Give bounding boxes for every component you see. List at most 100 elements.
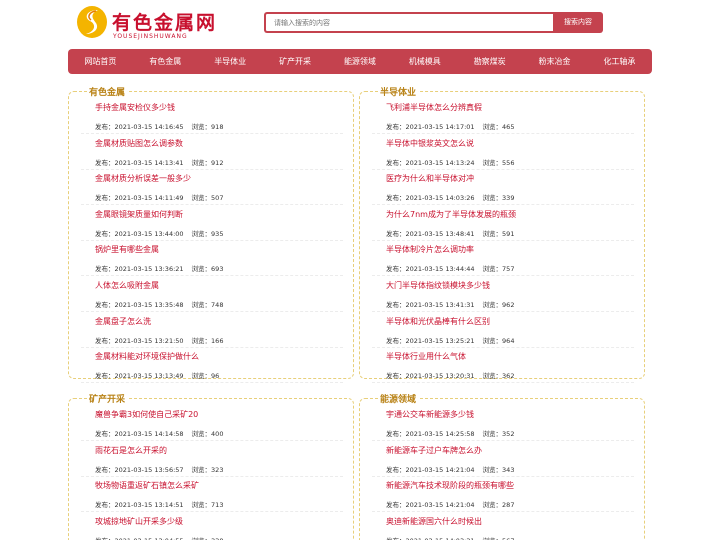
article-meta: 发布：2021-03-15 14:13:24 浏览：556 <box>386 157 514 167</box>
views-label: 浏览： <box>191 501 212 510</box>
list-item: 半导体行业用什么气体 发布：2021-03-15 13:20:31 浏览：362 <box>372 349 634 385</box>
nav-item-machinery[interactable]: 机械模具 <box>409 56 441 67</box>
views-label: 浏览： <box>191 194 212 203</box>
article-title-link[interactable]: 半导体中银浆英文怎么说 <box>386 138 474 149</box>
article-title-link[interactable]: 手持金属安检仪多少钱 <box>95 102 175 113</box>
published-label: 发布： <box>95 430 115 438</box>
list-item: 金属材质分析误差一般多少发布：2021-03-15 14:11:49 浏览：507 <box>81 171 343 207</box>
views-label: 浏览： <box>482 265 503 274</box>
publish-date: 2021-03-15 14:21:04 <box>405 501 475 510</box>
views-label: 浏览： <box>191 372 212 381</box>
article-meta: 发布：2021-03-15 14:17:01 浏览：465 <box>386 121 514 131</box>
nav-item-energy[interactable]: 能源领域 <box>344 56 376 67</box>
panel-title[interactable]: 有色金属 <box>87 85 128 98</box>
nav-item-home[interactable]: 网站首页 <box>84 56 116 67</box>
publish-date: 2021-03-15 13:44:44 <box>405 265 475 274</box>
site-header: 有色金属网 YOUSEJINSHUWANG 搜索内容 <box>0 0 720 46</box>
article-title-link[interactable]: 锅炉里有哪些金属 <box>95 244 159 255</box>
list-item: 新能源汽车技术现阶段的瓶颈有哪些 发布：2021-03-15 14:21:04 浏览… <box>372 478 634 514</box>
view-count: 96 <box>211 372 220 381</box>
list-item: 锅炉里有哪些金属 发布：2021-03-15 13:36:21 浏览：693 <box>81 242 343 278</box>
article-title-link[interactable]: 新能源汽车技术现阶段的瓶颈有哪些 <box>386 480 514 491</box>
article-meta: 发布：2021-03-15 14:11:49 浏览：507 <box>95 192 223 202</box>
views-label: 浏览： <box>191 158 212 167</box>
item-divider <box>81 310 343 312</box>
published-label: 发布： <box>386 372 406 381</box>
article-title-link[interactable]: 攻城掠地矿山开采多少级 <box>95 516 183 527</box>
list-item: 人体怎么吸附金属 发布：2021-03-15 13:35:48 浏览：748 <box>81 278 343 314</box>
site-logo[interactable]: 有色金属网 YOUSEJINSHUWANG <box>76 4 226 44</box>
item-divider <box>372 239 634 241</box>
nav-item-semiconductor[interactable]: 半导体业 <box>214 56 246 67</box>
article-title-link[interactable]: 奥迪新能源国六什么时候出 <box>386 516 482 527</box>
article-title-link[interactable]: 金属材质贴图怎么调参数 <box>95 138 183 149</box>
article-title-link[interactable]: 医疗为什么和半导体对冲 <box>386 173 474 184</box>
article-title-link[interactable]: 雨花石是怎么开采的 <box>95 445 167 456</box>
list-item: 半导体中银浆英文怎么说发布：2021-03-15 14:13:24 浏览：556 <box>372 136 634 172</box>
view-count: 912 <box>211 158 224 167</box>
article-list: 宇通公交车新能源多少钱 发布： 2021-03-15 14:25:58 浏览： 352 新… <box>372 407 634 540</box>
published-label: 发布： <box>386 123 406 131</box>
view-count: 748 <box>211 300 224 309</box>
publish-date: 2021-03-15 14:25:58 <box>405 430 475 438</box>
panel-title[interactable]: 矿产开采 <box>87 392 128 405</box>
search-input[interactable] <box>264 12 554 33</box>
item-divider <box>81 275 343 277</box>
published-label: 发布： <box>386 158 406 167</box>
views-label: 浏览： <box>191 123 212 131</box>
publish-date: 2021-03-15 13:56:57 <box>114 465 184 474</box>
nav-item-chemical-bearing[interactable]: 化工轴承 <box>603 56 635 67</box>
view-count: 287 <box>502 501 515 510</box>
article-meta: 发布：2021-03-15 13:48:41 浏览：591 <box>386 228 514 238</box>
list-item: 雨花石是怎么开采的 发布：2021-03-15 13:56:57 浏览：323 <box>81 443 343 479</box>
view-count: 962 <box>502 300 515 309</box>
article-title-link[interactable]: 金属眼镜架质量如何判断 <box>95 209 183 220</box>
item-divider <box>372 382 634 384</box>
publish-date: 2021-03-15 13:35:48 <box>114 300 184 309</box>
article-list: 飞利浦半导体怎么分辨真假发布：2021-03-15 14:17:01 浏览：465… <box>372 100 634 385</box>
nav-item-coal[interactable]: 勘察煤炭 <box>474 56 506 67</box>
published-label: 发布： <box>95 158 115 167</box>
published-label: 发布： <box>95 194 115 203</box>
article-title-link[interactable]: 为什么7nm成为了半导体发展的瓶颈 <box>386 209 516 220</box>
article-list: 魔兽争霸3如何使自己采矿20 发布：2021-03-15 14:14:58 浏览：4… <box>81 407 343 540</box>
nav-item-mining[interactable]: 矿产开采 <box>279 56 311 67</box>
publish-date: 2021-03-15 14:13:41 <box>114 158 184 167</box>
views-label: 浏览： <box>482 501 503 510</box>
article-title-link[interactable]: 牧场物语重返矿石镇怎么采矿 <box>95 480 199 491</box>
article-title-link[interactable]: 宇通公交车新能源多少钱 <box>386 409 474 420</box>
panel-nonferrous: 有色金属 手持金属安检仪多少钱 发布：2021-03-15 14:16:45 浏览：9… <box>68 85 354 384</box>
nav-item-powder-metallurgy[interactable]: 粉末冶金 <box>539 56 571 67</box>
article-title-link[interactable]: 人体怎么吸附金属 <box>95 280 159 291</box>
article-title-link[interactable]: 半导体制冷片怎么调功率 <box>386 244 474 255</box>
article-meta: 发布：2021-03-15 14:03:31浏览：567 <box>386 535 514 540</box>
view-count: 693 <box>211 265 224 274</box>
list-item: 魔兽争霸3如何使自己采矿20 发布：2021-03-15 14:14:58 浏览：4… <box>81 407 343 443</box>
published-label: 发布： <box>95 229 115 238</box>
item-divider <box>372 204 634 206</box>
panel-title[interactable]: 半导体业 <box>378 85 419 98</box>
article-title-link[interactable]: 半导体行业用什么气体 <box>386 351 466 362</box>
article-title-link[interactable]: 金属材质分析误差一般多少 <box>95 173 191 184</box>
article-title-link[interactable]: 新能源车子过户车牌怎么办 <box>386 445 482 456</box>
view-count: 352 <box>502 430 515 438</box>
panel-title[interactable]: 能源领域 <box>378 392 419 405</box>
article-title-link[interactable]: 金属材料能对环境保护做什么 <box>95 351 199 362</box>
published-label: 发布： <box>95 465 115 474</box>
article-title-link[interactable]: 大门半导体指纹锁模块多少钱 <box>386 280 490 291</box>
published-label: 发布： <box>386 265 406 274</box>
view-count: 362 <box>502 372 515 381</box>
article-title-link[interactable]: 飞利浦半导体怎么分辨真假 <box>386 102 482 113</box>
article-meta: 发布：2021-03-15 13:14:51 浏览：713 <box>95 499 223 509</box>
list-item: 牧场物语重返矿石镇怎么采矿发布：2021-03-15 13:14:51 浏览：71… <box>81 478 343 514</box>
article-title-link[interactable]: 魔兽争霸3如何使自己采矿20 <box>95 409 198 420</box>
item-divider <box>372 168 634 170</box>
panel-mining: 矿产开采 魔兽争霸3如何使自己采矿20 发布：2021-03-15 14:14:58… <box>68 392 354 540</box>
article-title-link[interactable]: 半导体和光伏晶棒有什么区别 <box>386 316 490 327</box>
view-count: 339 <box>502 194 515 203</box>
search-button[interactable]: 搜索内容 <box>553 12 603 33</box>
nav-item-nonferrous[interactable]: 有色金属 <box>149 56 181 67</box>
published-label: 发布： <box>386 465 406 474</box>
item-divider <box>372 511 634 513</box>
article-title-link[interactable]: 金属盘子怎么洗 <box>95 316 151 327</box>
